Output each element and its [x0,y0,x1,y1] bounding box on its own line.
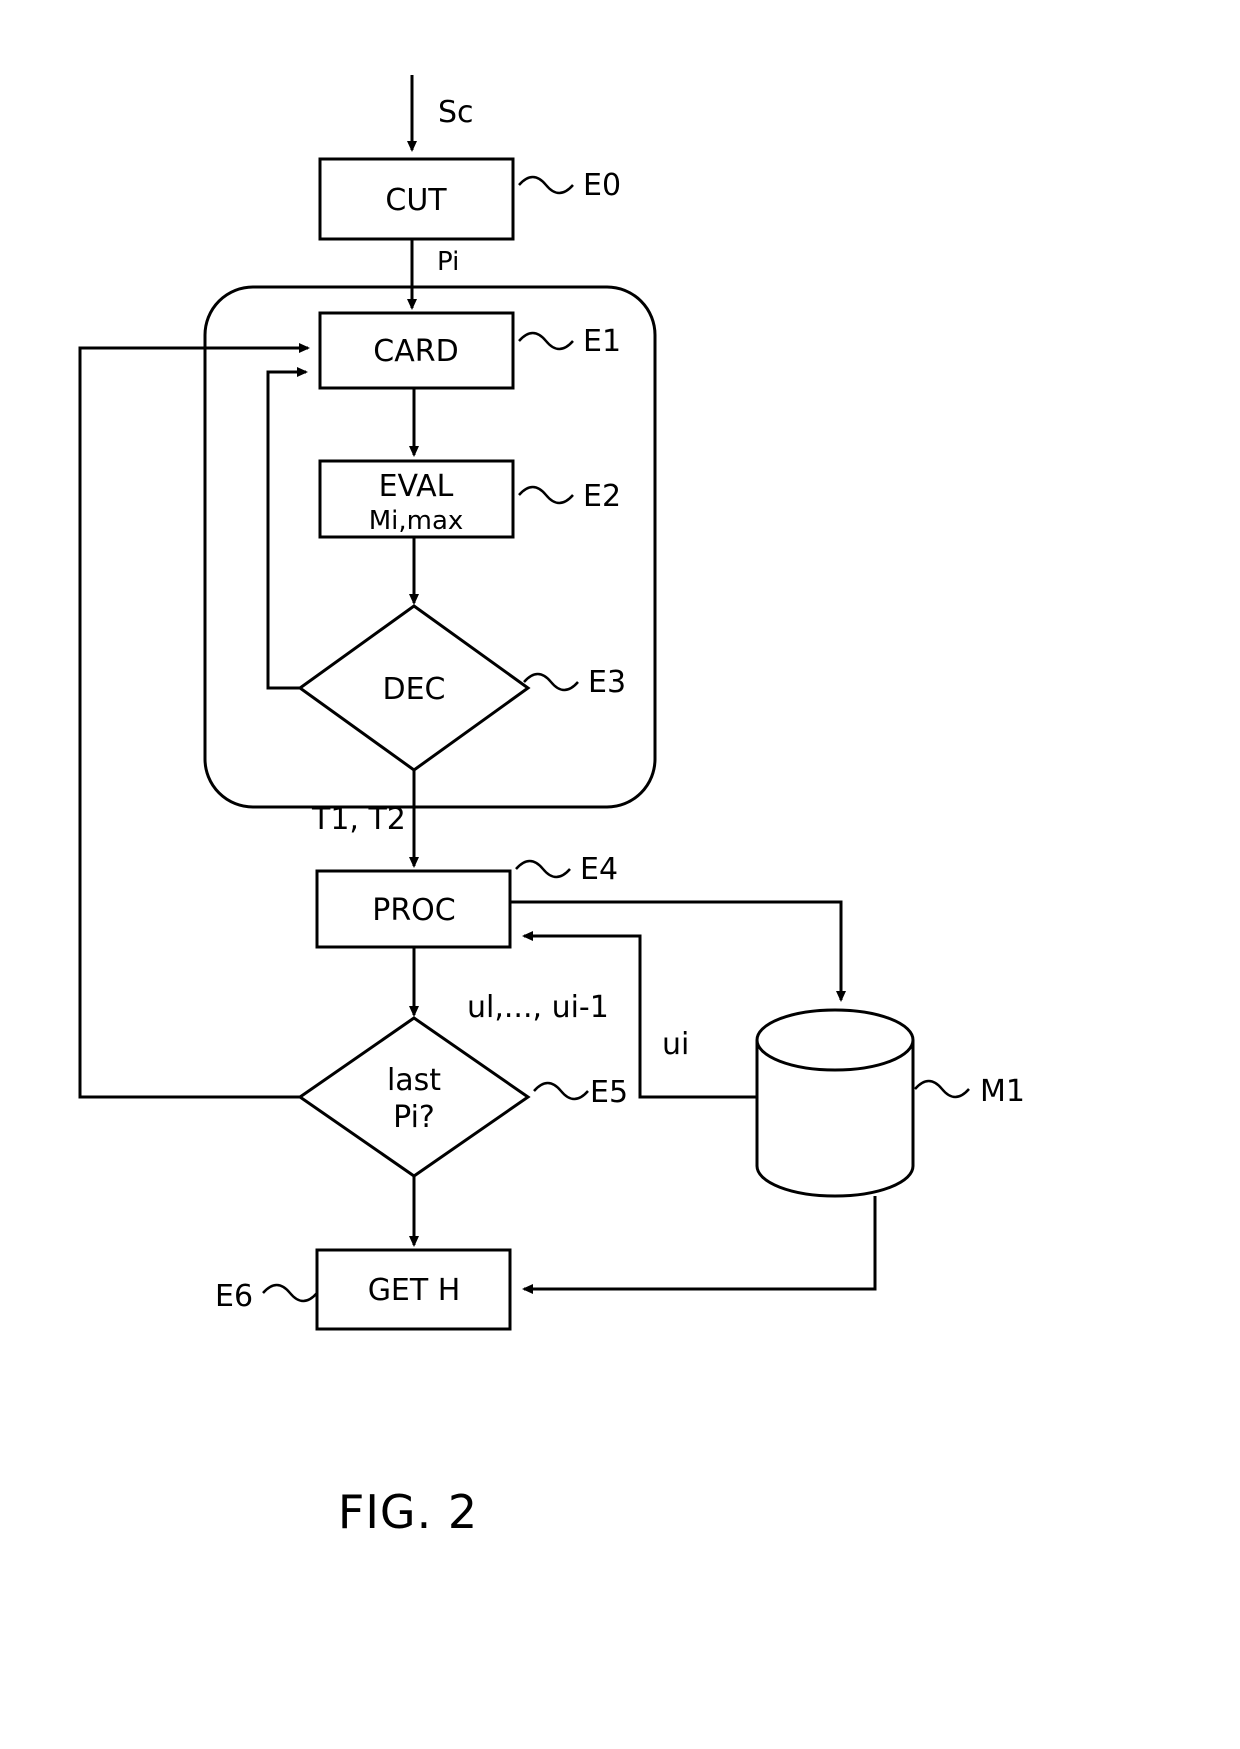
leader-e2 [518,485,574,505]
node-dec-ref: E3 [588,665,626,700]
node-card-label: CARD [373,334,458,369]
edge-label-pi: Pi [437,247,459,277]
node-memory-body [755,1040,915,1198]
edge-label-sc: Sc [438,95,474,130]
node-proc-label: PROC [372,893,456,928]
node-last-ref: E5 [590,1075,628,1110]
edge-label-t1t2: T1, T2 [311,802,406,837]
edge-proc-to-memory [510,900,846,1002]
node-card-ref: E1 [583,324,621,359]
node-last-label-line1: last [387,1063,441,1098]
leader-m1 [914,1079,970,1099]
node-memory-ref: M1 [980,1074,1025,1109]
flowchart-canvas: Sc CUT E0 Pi CARD E1 EVAL Mi,max E2 DEC … [78,75,1025,1539]
node-get-ref: E6 [215,1279,253,1314]
node-eval-sublabel: Mi,max [369,506,464,536]
edge-label-ui: ui [662,1027,689,1062]
edge-dec-to-card-feedback [266,367,308,690]
edge-label-proc-outputs: ul,..., ui-1 [467,990,609,1025]
leader-e1 [518,331,574,351]
leader-e0 [518,175,574,195]
node-eval-label: EVAL [379,469,454,504]
node-memory-top [755,1008,915,1072]
node-eval-ref: E2 [583,479,621,514]
node-cut-ref: E0 [583,168,621,203]
edge-last-to-card-loop [78,343,310,1099]
leader-e4 [515,859,571,879]
leader-e6 [262,1283,318,1303]
node-last-label-line2: Pi? [393,1100,435,1135]
leader-e3 [523,672,579,692]
leader-e5 [533,1081,589,1101]
node-cut-label: CUT [385,183,447,218]
node-dec-label: DEC [382,672,445,707]
flowchart-diagram: Sc CUT E0 Pi CARD E1 EVAL Mi,max E2 DEC … [0,0,1240,1749]
node-proc-ref: E4 [580,852,618,887]
edge-memory-to-get [522,1196,877,1294]
node-get-label: GET H [368,1273,461,1308]
figure-caption: FIG. 2 [338,1485,478,1539]
